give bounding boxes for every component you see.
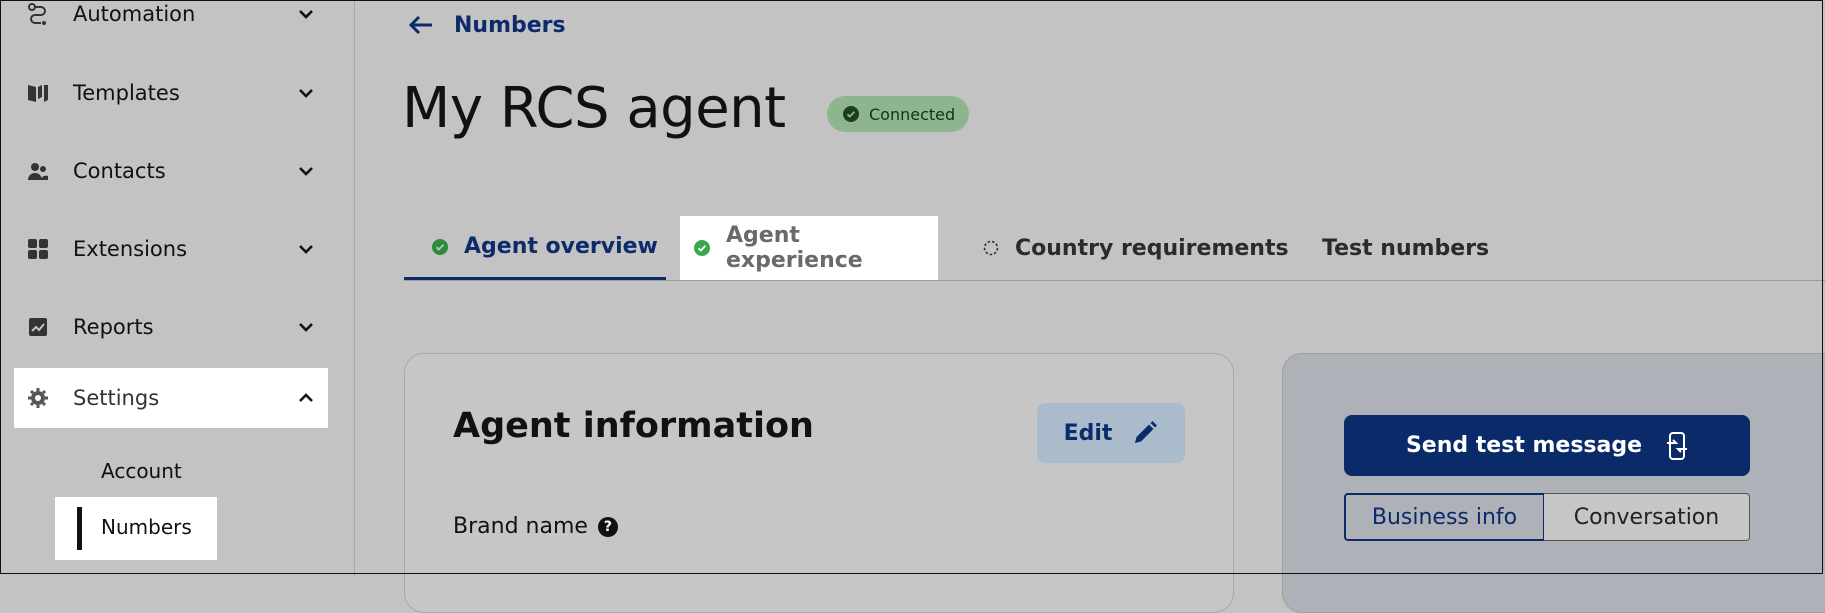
phone-message-icon bbox=[1667, 431, 1688, 460]
send-button-label: Send test message bbox=[1405, 433, 1643, 458]
arrow-left-icon bbox=[408, 15, 432, 35]
sidebar-subitem-numbers[interactable]: Numbers bbox=[55, 497, 217, 560]
tab-agent-overview[interactable]: Agent overview bbox=[404, 216, 666, 280]
sidebar-item-templates[interactable]: Templates bbox=[14, 63, 328, 123]
sidebar-item-label: Settings bbox=[73, 386, 160, 410]
sidebar-item-label: Contacts bbox=[73, 159, 166, 183]
test-message-panel: Send test message Business info Conversa… bbox=[1282, 353, 1825, 613]
sidebar-item-settings[interactable]: Settings bbox=[14, 368, 328, 428]
sidebar-item-automation[interactable]: Automation bbox=[14, 0, 328, 44]
tab-label: Agent overview bbox=[464, 234, 658, 259]
sidebar-item-label: Templates bbox=[73, 81, 180, 105]
brand-name-text: Brand name bbox=[453, 514, 588, 539]
chevron-down-icon[interactable] bbox=[295, 316, 317, 338]
sidebar-subitem-label: Numbers bbox=[101, 515, 192, 539]
status-badge-label: Connected bbox=[869, 104, 956, 124]
pending-circle-icon bbox=[983, 240, 999, 256]
chevron-up-icon[interactable] bbox=[295, 387, 317, 409]
chevron-down-icon[interactable] bbox=[295, 82, 317, 104]
chart-icon bbox=[26, 315, 50, 339]
tab-agent-experience[interactable]: Agent experience bbox=[680, 216, 938, 280]
chevron-down-icon[interactable] bbox=[295, 238, 317, 260]
edit-button[interactable]: Edit bbox=[1037, 403, 1185, 463]
agent-information-card: Agent information Edit Brand name ? bbox=[404, 353, 1234, 613]
back-link-label: Numbers bbox=[454, 12, 566, 38]
people-icon bbox=[26, 159, 50, 183]
sidebar-subitem-account[interactable]: Account bbox=[101, 459, 182, 483]
sidebar: Automation Templates Contacts Extensions… bbox=[0, 0, 355, 576]
status-badge: Connected bbox=[827, 96, 970, 132]
tabs-divider bbox=[404, 280, 1825, 281]
automation-icon bbox=[26, 2, 50, 26]
tab-label: Country requirements bbox=[1015, 235, 1289, 261]
help-icon[interactable]: ? bbox=[597, 516, 618, 537]
back-link[interactable]: Numbers bbox=[408, 8, 566, 42]
card-title: Agent information bbox=[453, 406, 814, 446]
pencil-icon bbox=[1135, 421, 1158, 443]
sidebar-item-extensions[interactable]: Extensions bbox=[14, 219, 328, 279]
segment-business-info[interactable]: Business info bbox=[1344, 493, 1545, 541]
tab-label: Test numbers bbox=[1322, 235, 1490, 261]
chevron-down-icon[interactable] bbox=[295, 3, 317, 25]
sidebar-item-contacts[interactable]: Contacts bbox=[14, 141, 328, 201]
page-title: My RCS agent bbox=[402, 76, 786, 141]
segment-conversation[interactable]: Conversation bbox=[1544, 493, 1750, 541]
grid-icon bbox=[26, 237, 50, 261]
tab-test-numbers[interactable]: Test numbers bbox=[1322, 216, 1489, 280]
edit-button-label: Edit bbox=[1063, 420, 1113, 446]
gear-icon bbox=[26, 386, 50, 410]
tab-country-requirements[interactable]: Country requirements bbox=[983, 216, 1289, 280]
tab-label: Agent experience bbox=[726, 223, 863, 273]
sidebar-item-label: Reports bbox=[73, 315, 154, 339]
sidebar-item-label: Automation bbox=[73, 2, 196, 26]
sidebar-item-label: Extensions bbox=[73, 237, 188, 261]
check-circle-icon bbox=[694, 240, 710, 256]
book-icon bbox=[26, 81, 50, 105]
brand-name-label: Brand name ? bbox=[453, 514, 618, 539]
check-circle-icon bbox=[843, 106, 859, 122]
check-circle-icon bbox=[432, 238, 448, 255]
active-indicator bbox=[77, 507, 82, 550]
send-test-message-button[interactable]: Send test message bbox=[1344, 415, 1750, 476]
chevron-down-icon[interactable] bbox=[295, 160, 317, 182]
sidebar-item-reports[interactable]: Reports bbox=[14, 297, 328, 357]
